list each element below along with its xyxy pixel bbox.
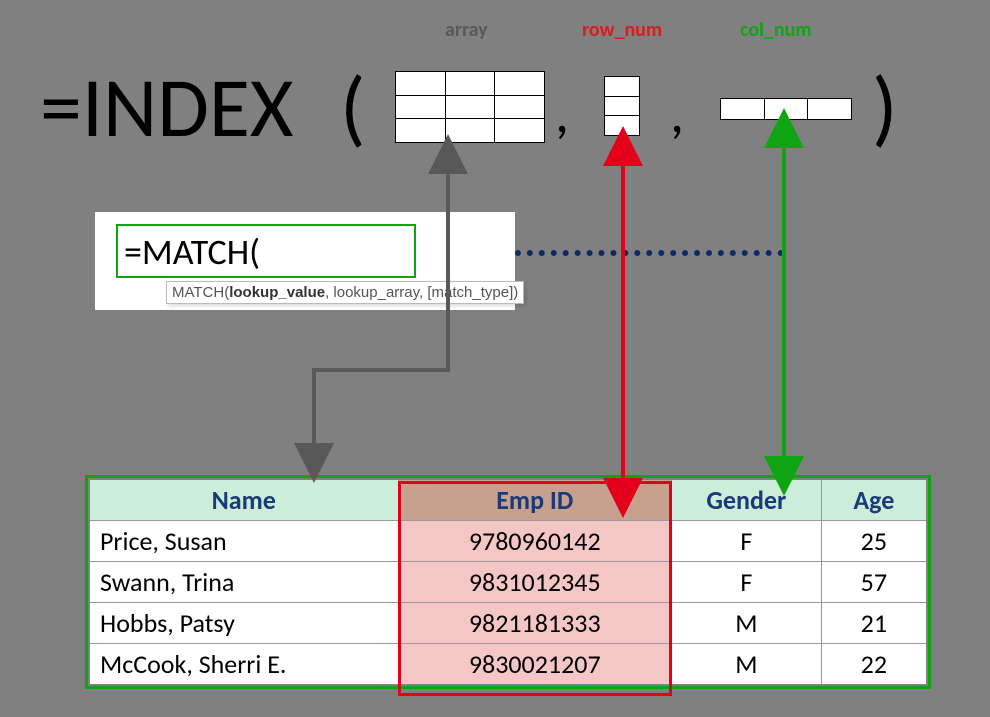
cell-gender: F <box>671 521 821 562</box>
cell-age: 25 <box>821 521 927 562</box>
cell-name: McCook, Sherri E. <box>89 644 398 686</box>
match-function-tooltip: MATCH(lookup_value, lookup_array, [match… <box>166 281 524 304</box>
array-grid-icon <box>395 71 545 143</box>
close-paren: ) <box>872 56 897 159</box>
cell-age: 22 <box>821 644 927 686</box>
cell-empid: 9821181333 <box>398 603 671 644</box>
col-num-label: col_num <box>740 18 812 42</box>
cell-empid: 9780960142 <box>398 521 671 562</box>
row-num-label: row_num <box>582 18 662 42</box>
cell-age: 21 <box>821 603 927 644</box>
rownum-grid-icon <box>604 76 640 136</box>
cell-name: Swann, Trina <box>89 562 398 603</box>
array-label: array <box>445 18 488 42</box>
cell-empid: 9831012345 <box>398 562 671 603</box>
cell-gender: M <box>671 603 821 644</box>
cell-age: 57 <box>821 562 927 603</box>
cell-name: Price, Susan <box>89 521 398 562</box>
table-row: Hobbs, Patsy 9821181333 M 21 <box>89 603 927 644</box>
cell-gender: F <box>671 562 821 603</box>
table-row: Swann, Trina 9831012345 F 57 <box>89 562 927 603</box>
comma-2: , <box>670 80 684 148</box>
col-header-empid: Emp ID <box>398 479 671 521</box>
table-row: Price, Susan 9780960142 F 25 <box>89 521 927 562</box>
cell-name: Hobbs, Patsy <box>89 603 398 644</box>
colnum-grid-icon <box>720 98 852 120</box>
col-header-name: Name <box>89 479 398 521</box>
col-header-age: Age <box>821 479 927 521</box>
index-formula-text: =INDEX <box>40 56 294 159</box>
col-header-gender: Gender <box>671 479 821 521</box>
cell-gender: M <box>671 644 821 686</box>
match-cell-editor[interactable]: =MATCH( <box>116 224 416 278</box>
employee-table: Name Emp ID Gender Age Price, Susan 9780… <box>88 478 928 686</box>
tooltip-rest: , lookup_array, [match_type]) <box>325 284 518 301</box>
table-row: McCook, Sherri E. 9830021207 M 22 <box>89 644 927 686</box>
cell-empid: 9830021207 <box>398 644 671 686</box>
table-header-row: Name Emp ID Gender Age <box>89 479 927 521</box>
comma-1: , <box>555 80 569 148</box>
tooltip-arg1: lookup_value <box>229 284 325 301</box>
open-paren: ( <box>340 56 365 159</box>
tooltip-fn: MATCH( <box>172 284 229 301</box>
